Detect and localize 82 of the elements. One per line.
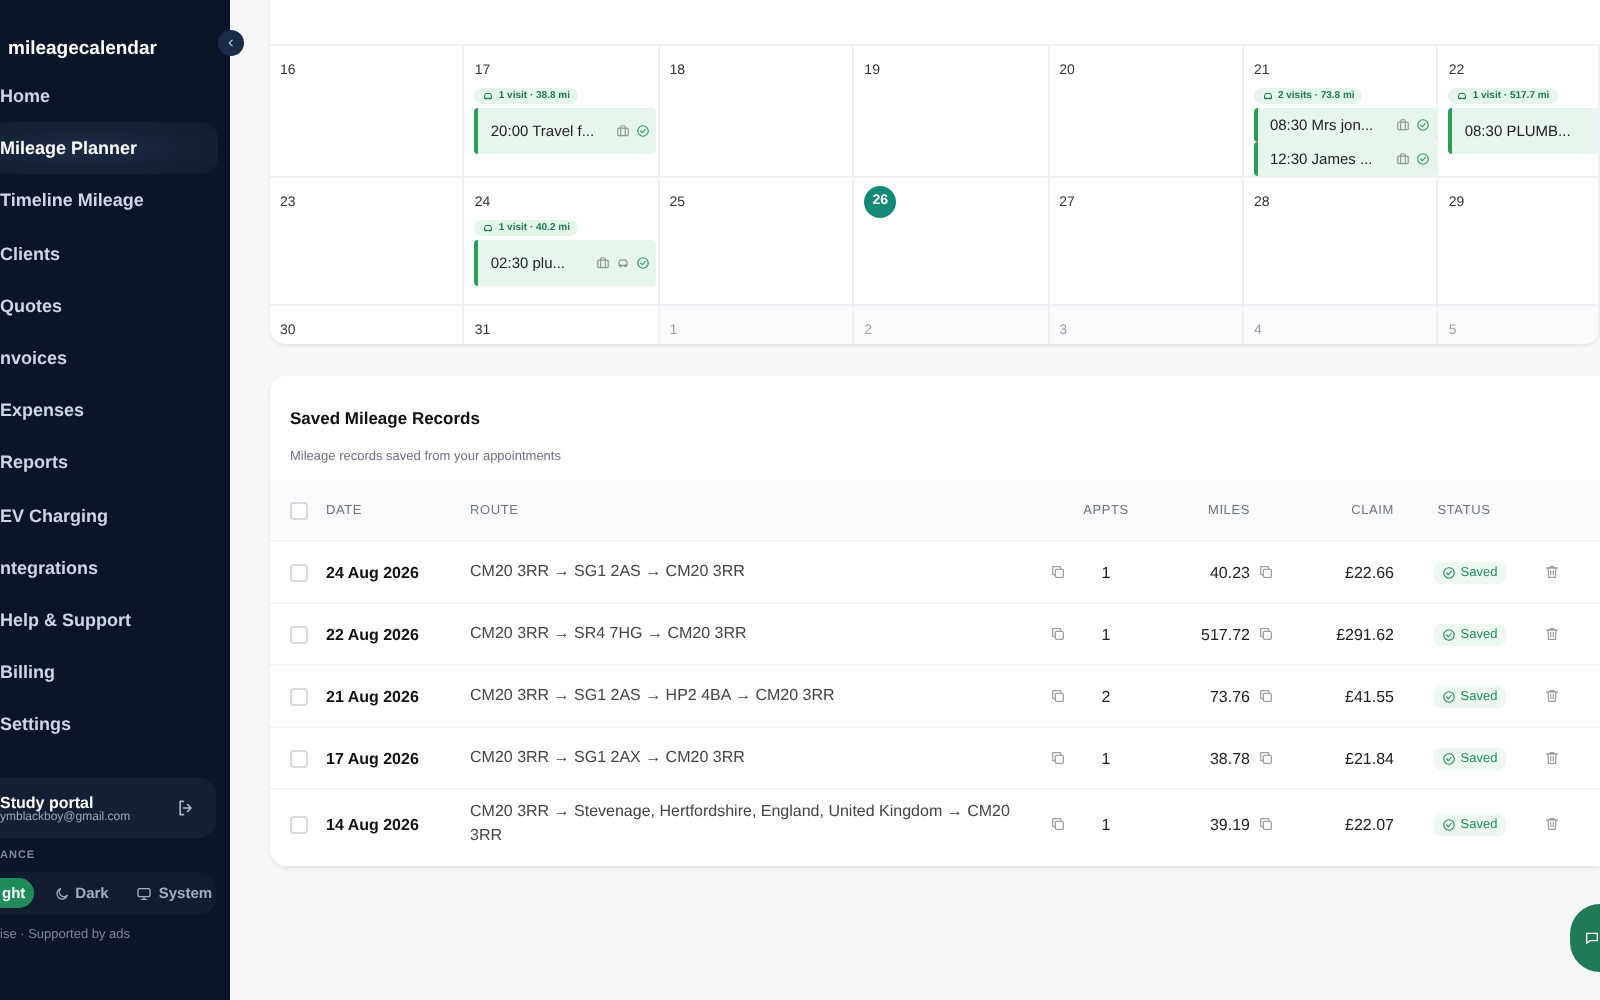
trash-icon [1544, 564, 1560, 580]
route-cell-text: CM20 3RR → SG1 2AS → CM20 3RR [470, 560, 747, 584]
copy-icon [1050, 564, 1066, 580]
briefcase-icon [1395, 152, 1410, 166]
user-name: Study portal [0, 793, 94, 812]
check-circle-icon [1442, 817, 1457, 831]
nav-item[interactable]: Clients [0, 227, 218, 280]
claim-cell-text: £41.55 [1343, 687, 1394, 705]
trash-icon [1544, 688, 1560, 704]
copy-icon [1050, 816, 1066, 832]
car-icon [482, 222, 495, 234]
monitor-icon [136, 885, 153, 902]
check-circle-icon [1442, 689, 1457, 703]
chat-icon [1584, 928, 1600, 948]
copy-icon [1258, 750, 1274, 766]
copy-icon [1050, 626, 1066, 642]
date-cell-text: 21 Aug 2026 [326, 687, 421, 705]
trash-icon [1544, 626, 1560, 642]
car-icon [1456, 90, 1469, 102]
claim-cell-text: £291.62 [1334, 625, 1394, 643]
check-circle-icon [1442, 627, 1457, 641]
nav-item[interactable]: nvoices [0, 331, 218, 385]
moon-icon [53, 885, 70, 902]
copy-icon [1258, 816, 1274, 832]
appts-cell-text: 1 [1099, 563, 1113, 581]
route-cell-text: CM20 3RR → Stevenage, Hertfordshire, England, United Kingdom → CM20 3RR [470, 800, 1012, 848]
briefcase-icon [616, 124, 631, 138]
route-cell-text: CM20 3RR → SG1 2AS → HP2 4BA → CM20 3RR [470, 684, 837, 708]
chat-button[interactable] [1570, 904, 1600, 972]
claim-cell-text: £22.07 [1343, 815, 1394, 833]
miles-cell-text: 73.76 [1207, 687, 1250, 705]
row-checkbox[interactable] [290, 687, 308, 705]
miles-cell-text: 40.23 [1207, 563, 1250, 581]
briefcase-icon [596, 256, 611, 270]
briefcase-icon [1395, 118, 1410, 132]
copy-icon [1258, 626, 1274, 642]
collapse-button[interactable] [218, 30, 244, 56]
date-cell-text: 17 Aug 2026 [326, 749, 421, 767]
miles-cell-text: 517.72 [1199, 625, 1250, 643]
appts-cell-text: 2 [1099, 687, 1113, 705]
appts-cell-text: 1 [1099, 749, 1113, 767]
app-name: mileagecalendar [6, 36, 157, 56]
row-checkbox[interactable] [290, 749, 308, 767]
copy-icon [1050, 688, 1066, 704]
claim-cell-text: £22.66 [1343, 563, 1394, 581]
appts-cell-text: 1 [1099, 815, 1113, 833]
car-icon [482, 90, 495, 102]
copy-icon [1050, 750, 1066, 766]
car-icon [1261, 90, 1274, 102]
copy-icon [1258, 564, 1274, 580]
row-checkbox[interactable] [290, 815, 308, 833]
nav-item[interactable]: ntegrations [0, 541, 218, 594]
route-cell-text: CM20 3RR → SG1 2AX → CM20 3RR [470, 746, 747, 770]
row-checkbox[interactable] [290, 563, 308, 581]
date-cell-text: 22 Aug 2026 [326, 625, 421, 643]
date-cell-text: 24 Aug 2026 [326, 563, 421, 581]
trash-icon [1544, 750, 1560, 766]
route-cell-text: CM20 3RR → SR4 7HG → CM20 3RR [470, 622, 749, 646]
chevron-left-icon [224, 36, 238, 50]
nav-item[interactable]: EV Charging [0, 489, 218, 542]
date-cell-text: 14 Aug 2026 [326, 815, 421, 833]
appts-cell-text: 1 [1099, 625, 1113, 643]
trash-icon [1544, 816, 1560, 832]
nav-item[interactable]: Timeline Mileage [0, 174, 218, 228]
logout-icon [176, 798, 196, 819]
nav-item[interactable]: Billing [0, 646, 218, 699]
nav-item[interactable]: Help & Support [0, 593, 218, 647]
miles-cell-text: 39.19 [1207, 815, 1250, 833]
miles-cell-text: 38.78 [1207, 749, 1250, 767]
check-circle-icon [1442, 751, 1457, 765]
copy-icon [1258, 688, 1274, 704]
nav-item[interactable]: Quotes [0, 279, 218, 332]
select-all-checkbox[interactable] [290, 501, 308, 519]
nav-item[interactable]: Expenses [0, 384, 218, 437]
nav-item[interactable]: Settings [0, 698, 218, 751]
nav-item[interactable]: Home [0, 70, 218, 123]
row-checkbox[interactable] [290, 625, 308, 643]
check-circle-icon [1442, 565, 1457, 579]
claim-cell-text: £21.84 [1343, 749, 1394, 767]
section-title: Saved Mileage Records [290, 408, 480, 428]
nav-item[interactable]: Mileage Planner [0, 122, 218, 175]
nav-item[interactable]: Reports [0, 436, 218, 489]
